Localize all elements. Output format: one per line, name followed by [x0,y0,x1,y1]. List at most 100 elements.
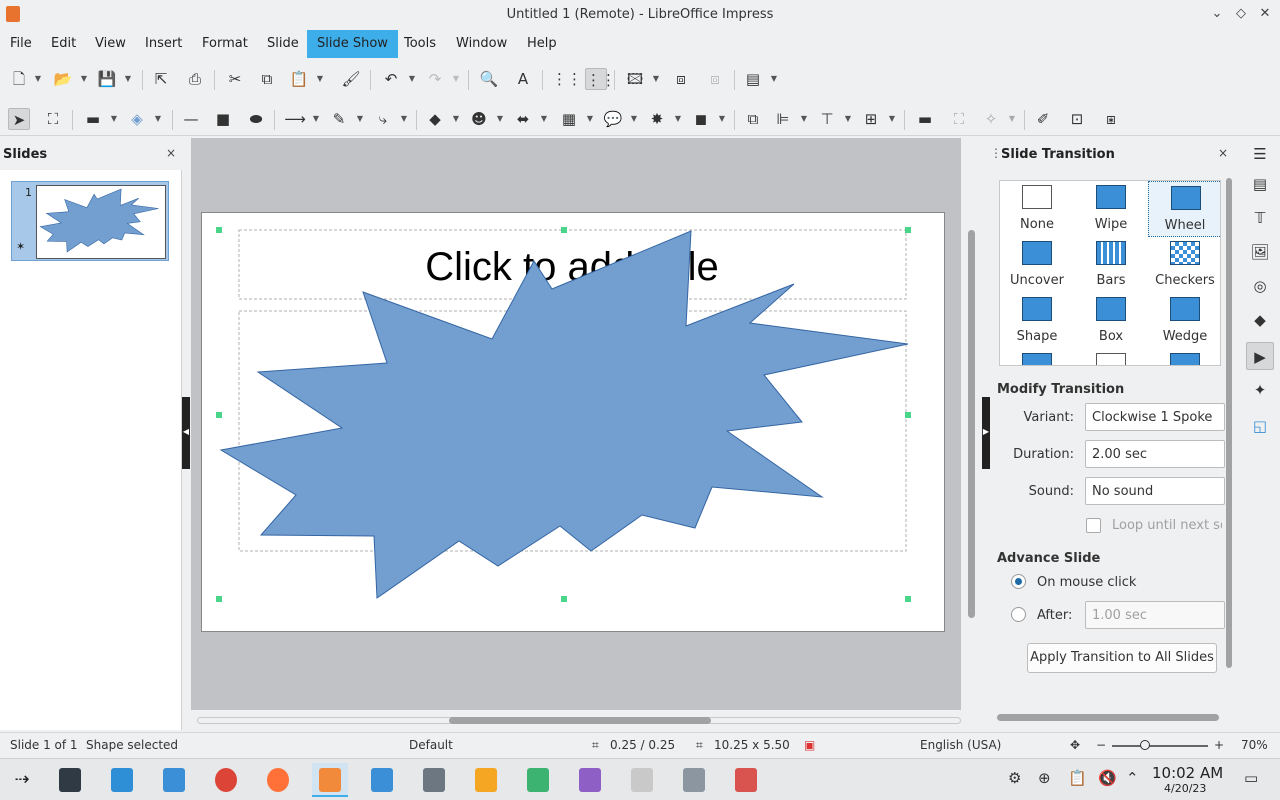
callout-shapes-icon[interactable]: 💬 [602,108,624,130]
export-pdf-icon[interactable]: ⇱ [150,68,172,90]
insert-rectangle-icon[interactable]: ■ [212,108,234,130]
minimize-icon[interactable]: ⌄ [1208,5,1226,23]
navigator-icon[interactable]: ◎ [1246,272,1274,300]
shadow-icon[interactable]: ▬ [914,108,936,130]
math-task[interactable] [572,763,608,797]
align-objects-icon[interactable]: ⊫ [772,108,794,130]
present-current-icon[interactable]: ⧈ [704,68,726,90]
fill-color-dropdown-icon[interactable]: ▼ [154,108,162,130]
transition-more-2[interactable] [1074,349,1148,365]
selection-handle[interactable] [905,596,911,602]
transition-uncover[interactable]: Uncover [1000,237,1074,293]
glue-points-icon[interactable]: ⊡ [1066,108,1088,130]
crop-icon[interactable]: ⛶ [948,108,970,130]
open-dropdown-icon[interactable]: ▼ [80,68,88,90]
selection-handle[interactable] [216,227,222,233]
transition-more-3[interactable] [1148,349,1220,365]
save-dropdown-icon[interactable]: ▼ [124,68,132,90]
display-views-icon[interactable]: ▤ [742,68,764,90]
copy-icon[interactable]: ⧉ [256,68,278,90]
fit-slide-icon[interactable]: ✥ [1070,738,1080,752]
clock-date[interactable]: 4/20/23 [1164,782,1206,795]
sidebar-vertical-scrollbar[interactable] [1226,178,1232,710]
master-layout-name[interactable]: Default [409,738,453,752]
zoom-in-button[interactable]: + [1214,738,1224,752]
lines-arrows-icon[interactable]: ⟶ [284,108,306,130]
menu-help[interactable]: Help [517,30,567,58]
apply-to-all-slides-button[interactable]: Apply Transition to All Slides [1027,643,1217,673]
sidebar-menu-icon[interactable]: ☰ [1246,140,1274,168]
flowchart-dropdown-icon[interactable]: ▼ [586,108,594,130]
slides-pane-close-icon[interactable]: × [166,146,176,160]
menu-edit[interactable]: Edit [41,30,86,58]
paste-dropdown-icon[interactable]: ▼ [316,68,324,90]
zoom-pan-icon[interactable]: ⛶ [42,108,64,130]
transition-checkers[interactable]: Checkers [1148,237,1220,293]
volume-muted-icon[interactable]: 🔇 [1098,769,1117,787]
slide-edit-area[interactable]: Click to add Title [191,138,961,710]
menu-slide-show[interactable]: Slide Show [307,30,398,58]
menu-window[interactable]: Window [446,30,517,58]
horizontal-scrollbar[interactable] [191,712,981,728]
print-icon[interactable]: ⎙ [184,68,206,90]
stars-icon[interactable]: ✸ [646,108,668,130]
language-status[interactable]: English (USA) [920,738,1001,752]
on-mouse-click-radio[interactable] [1011,574,1026,589]
connectors-icon[interactable]: ⤷ [372,108,394,130]
application-launcher-icon[interactable]: ⇢ [4,763,40,797]
printer-task[interactable] [676,763,712,797]
line-color-dropdown-icon[interactable]: ▼ [110,108,118,130]
curves-dropdown-icon[interactable]: ▼ [356,108,364,130]
zoom-slider-knob[interactable] [1140,740,1150,750]
start-presentation-icon[interactable]: ⧈ [670,68,692,90]
clock-time[interactable]: 10:02 AM [1152,764,1223,782]
find-replace-icon[interactable]: 🔍 [478,68,500,90]
arrange-icon[interactable]: ⊤ [816,108,838,130]
basic-shapes-icon[interactable]: ◆ [424,108,446,130]
gallery-icon[interactable]: 🖼 [1246,238,1274,266]
zoom-out-button[interactable]: − [1096,738,1106,752]
updates-icon[interactable]: ⊕ [1038,769,1051,787]
calc-task[interactable] [520,763,556,797]
selection-handle[interactable] [216,596,222,602]
new-document-icon[interactable]: 🗋 [8,68,30,90]
menu-format[interactable]: Format [192,30,258,58]
points-icon[interactable]: ✐ [1032,108,1054,130]
arrange-dropdown-icon[interactable]: ▼ [844,108,852,130]
menu-tools[interactable]: Tools [394,30,446,58]
collapse-sidebar-button[interactable]: ▶ [982,397,990,469]
clone-formatting-icon[interactable]: 🖌 [340,68,362,90]
transition-shape[interactable]: Shape [1000,293,1074,349]
new-dropdown-icon[interactable]: ▼ [34,68,42,90]
variant-select[interactable]: Clockwise 1 Spoke [1085,403,1225,431]
3d-objects-icon[interactable]: ◼ [690,108,712,130]
paste-icon[interactable]: 📋 [288,68,310,90]
line-color-icon[interactable]: ▬ [82,108,104,130]
system-settings-task[interactable] [52,763,88,797]
undo-dropdown-icon[interactable]: ▼ [408,68,416,90]
basic-shapes-dropdown-icon[interactable]: ▼ [452,108,460,130]
writer-task[interactable] [364,763,400,797]
properties-icon[interactable]: ▤ [1246,170,1274,198]
slide-thumbnail-1[interactable]: 1 ✶ [11,181,169,261]
callout-dropdown-icon[interactable]: ▼ [630,108,638,130]
redo-icon[interactable]: ↷ [424,68,446,90]
toggle-extrusion-icon[interactable]: ⧆ [1100,108,1122,130]
transition-box[interactable]: Box [1074,293,1148,349]
after-radio[interactable] [1011,607,1026,622]
master-slides-icon[interactable]: ◱ [1246,412,1274,440]
filter-dropdown-icon[interactable]: ▼ [1008,108,1016,130]
zoom-percentage[interactable]: 70% [1241,738,1268,752]
menu-slide[interactable]: Slide [257,30,309,58]
file-manager-task[interactable] [156,763,192,797]
symbol-shapes-dropdown-icon[interactable]: ▼ [496,108,504,130]
selection-handle[interactable] [905,227,911,233]
draw-task[interactable] [416,763,452,797]
open-folder-icon[interactable]: 📂 [52,68,74,90]
slide[interactable]: Click to add Title [201,212,945,632]
maximize-icon[interactable]: ◇ [1232,5,1250,23]
insert-line-icon[interactable]: — [180,108,202,130]
duration-spinbox[interactable]: 2.00 sec [1085,440,1225,468]
block-arrows-dropdown-icon[interactable]: ▼ [540,108,548,130]
sound-select[interactable]: No sound [1085,477,1225,505]
